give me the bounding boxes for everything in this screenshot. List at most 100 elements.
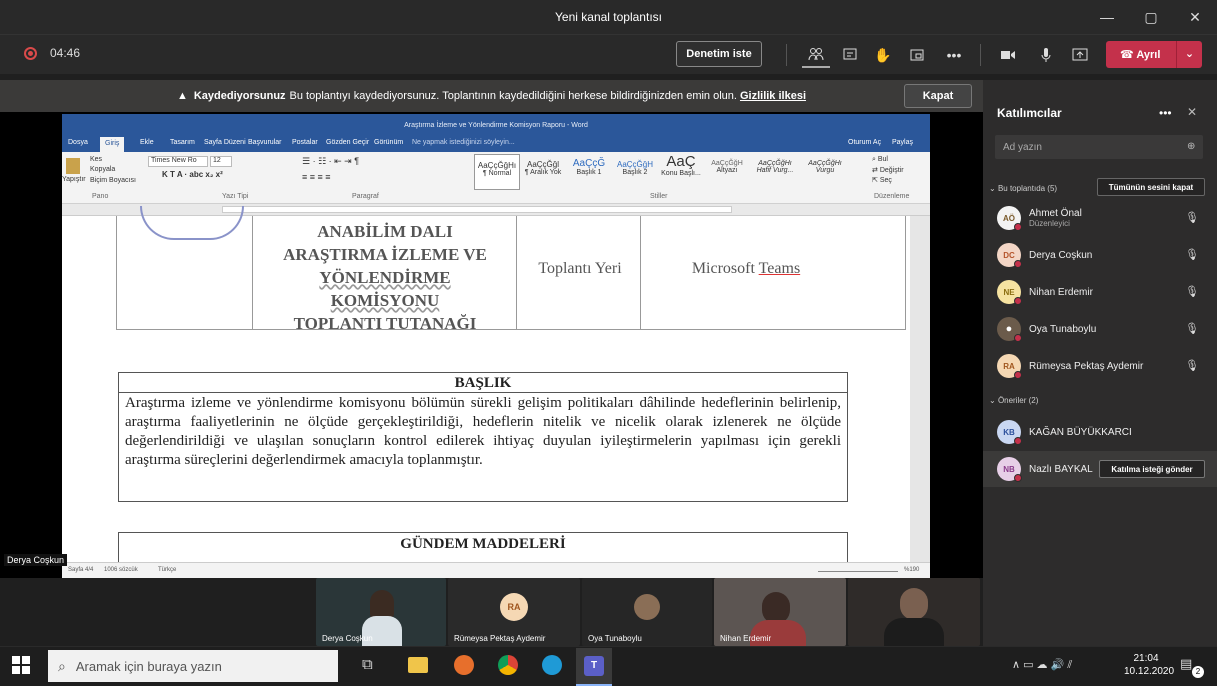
tell-me-box[interactable]: Ne yapmak istediğinizi söyleyin... <box>412 139 515 146</box>
windows-start-icon[interactable] <box>12 656 32 676</box>
participants-icon[interactable] <box>802 42 830 68</box>
language[interactable]: Türkçe <box>158 567 176 573</box>
word-tab[interactable]: Ekle <box>140 139 154 146</box>
participant-row[interactable]: ● Oya Tunaboylu 🎙 <box>983 311 1217 347</box>
rooms-icon[interactable] <box>903 42 931 68</box>
copy-link-icon[interactable]: ⊕ <box>1187 141 1195 152</box>
document-page[interactable]: ANABİLİM DALI ARAŞTIRMA İZLEME VE YÖNLEN… <box>62 206 910 564</box>
style-no-spacing[interactable]: AaÇçĞğl ¶ Aralık Yok <box>520 154 566 190</box>
system-tray-icons[interactable]: ∧ ▭ ☁ 🔊 ⫽ <box>1012 658 1072 672</box>
title-line: KOMİSYONU <box>330 291 440 310</box>
zoom-level[interactable]: %190 <box>904 567 919 573</box>
presenter-label: Derya Coşkun <box>4 554 68 566</box>
font-size-select[interactable]: 12 <box>210 156 232 167</box>
microphone-icon[interactable] <box>1032 42 1060 68</box>
word-tab[interactable]: Sayfa Düzeni <box>204 139 246 146</box>
style-heading1[interactable]: AaÇçĞ Başlık 1 <box>566 154 612 190</box>
clock[interactable]: 21:04 10.12.2020 <box>1124 652 1174 678</box>
task-view-icon[interactable]: ⧉ <box>362 656 373 673</box>
paste-label[interactable]: Yapıştır <box>62 176 86 183</box>
maximize-button[interactable]: ▢ <box>1129 0 1173 34</box>
word-title-bar: Araştırma İzleme ve Yönlendirme Komisyon… <box>62 114 930 136</box>
page-count: Sayfa 4/4 <box>68 567 94 573</box>
style-title[interactable]: AaÇ Konu Başlı... <box>658 154 704 190</box>
copy-button[interactable]: Kopyala <box>90 166 115 173</box>
video-tile[interactable] <box>848 578 980 646</box>
more-options-icon[interactable]: ••• <box>1159 106 1172 120</box>
firefox-icon[interactable] <box>454 655 474 675</box>
avatar: NB <box>997 457 1022 482</box>
participant-row[interactable]: DC Derya Coşkun 🎙 <box>983 237 1217 273</box>
search-participants-input[interactable]: Ad yazın <box>995 135 1203 159</box>
minimize-button[interactable]: — <box>1085 0 1129 34</box>
paste-icon[interactable] <box>66 158 80 174</box>
chat-icon[interactable] <box>836 42 864 68</box>
style-name: Hafif Vurg... <box>756 167 794 174</box>
sign-in-link[interactable]: Oturum Aç <box>848 139 881 146</box>
word-tab[interactable]: Tasarım <box>170 139 195 146</box>
share-screen-icon[interactable] <box>1066 42 1094 68</box>
word-tab-active[interactable]: Giriş <box>100 137 125 152</box>
video-tile[interactable]: Derya Coşkun <box>316 578 446 646</box>
participant-name: Rümeysa Pektaş Aydemir <box>1029 360 1144 372</box>
chrome-icon[interactable] <box>498 655 518 675</box>
mute-all-button[interactable]: Tümünün sesini kapat <box>1097 178 1205 196</box>
file-explorer-icon[interactable] <box>408 657 428 673</box>
replace-button[interactable]: ⇄ Değiştir <box>872 166 904 174</box>
word-tab[interactable]: Gözden Geçir <box>326 139 369 146</box>
select-button[interactable]: ⇱ Seç <box>872 176 892 184</box>
share-button[interactable]: Paylaş <box>892 139 913 146</box>
taskbar-search[interactable]: ⌕ Aramak için buraya yazın <box>48 650 338 682</box>
close-window-button[interactable]: ✕ <box>1173 0 1217 34</box>
participant-name: Derya Coşkun <box>1029 249 1093 261</box>
close-banner-button[interactable]: Kapat <box>904 84 972 108</box>
suggested-row[interactable]: KB KAĞAN BÜYÜKKARCI <box>983 414 1217 450</box>
video-tile[interactable]: RA Rümeysa Pektaş Aydemir <box>448 578 580 646</box>
request-control-button[interactable]: Denetim iste <box>676 41 762 67</box>
participant-name: KAĞAN BÜYÜKKARCI <box>1029 426 1132 438</box>
cut-button[interactable]: Kes <box>90 156 102 163</box>
zoom-slider[interactable] <box>818 571 898 572</box>
chevron-down-icon[interactable]: ⌄ <box>1176 41 1202 68</box>
word-tab[interactable]: Başvurular <box>248 139 281 146</box>
find-button[interactable]: ⌕ Bul <box>872 156 888 164</box>
paragraph-buttons[interactable]: ☰ · ☷ · ⇤ ⇥ ¶ <box>302 156 359 167</box>
in-meeting-header[interactable]: ⌄ Bu toplantıda (5) <box>989 184 1057 193</box>
leave-label[interactable]: ☎ Ayrıl <box>1106 48 1176 61</box>
style-normal[interactable]: AaÇçĞğHı ¶ Normal <box>474 154 520 190</box>
notification-icon[interactable]: ▤ <box>1180 656 1192 672</box>
teams-taskbar-button[interactable]: T <box>576 648 612 686</box>
style-subtle-emphasis[interactable]: AaÇçĞğHı Hafif Vurg... <box>750 154 800 190</box>
style-subtitle[interactable]: AaÇçĞğH Altyazı <box>704 154 750 190</box>
font-format-buttons[interactable]: K T A · abc x₂ x² <box>162 170 223 179</box>
leave-button[interactable]: ☎ Ayrıl ⌄ <box>1106 41 1202 68</box>
suggestions-header[interactable]: ⌄ Öneriler (2) <box>989 396 1038 405</box>
participant-row[interactable]: AÖ Ahmet Önal Düzenleyici 🎙 <box>983 200 1217 236</box>
edge-icon[interactable] <box>542 655 562 675</box>
word-tab[interactable]: Görünüm <box>374 139 403 146</box>
video-tile[interactable]: Oya Tunaboylu <box>582 578 712 646</box>
document-area[interactable]: ANABİLİM DALI ARAŞTIRMA İZLEME VE YÖNLEN… <box>62 206 930 564</box>
participant-name: Oya Tunaboylu <box>1029 323 1097 335</box>
align-buttons[interactable]: ≡ ≡ ≡ ≡ <box>302 172 331 182</box>
vertical-scrollbar[interactable] <box>912 216 930 562</box>
video-tile[interactable]: Nihan Erdemir <box>714 578 846 646</box>
word-tab[interactable]: Postalar <box>292 139 318 146</box>
more-actions-icon[interactable]: ••• <box>940 42 968 68</box>
camera-icon[interactable] <box>994 42 1022 68</box>
microphone-icon: 🎙 <box>1185 323 1199 335</box>
raise-hand-icon[interactable]: ✋ <box>869 42 897 68</box>
avatar: KB <box>997 420 1022 445</box>
suggested-row[interactable]: NB Nazlı BAYKAL Katılma isteği gönder <box>983 451 1217 487</box>
font-name-select[interactable]: Times New Ro <box>148 156 208 167</box>
warning-icon: ▲ <box>176 90 188 102</box>
close-panel-icon[interactable]: ✕ <box>1187 105 1197 119</box>
privacy-link[interactable]: Gizlilik ilkesi <box>740 90 806 102</box>
style-emphasis[interactable]: AaÇçĞğHı Vurgu <box>800 154 850 190</box>
participant-row[interactable]: RA Rümeysa Pektaş Aydemir 🎙 <box>983 348 1217 384</box>
format-painter-button[interactable]: Biçim Boyacısı <box>90 177 136 184</box>
request-join-button[interactable]: Katılma isteği gönder <box>1099 460 1205 478</box>
style-heading2[interactable]: AaÇçĞğH Başlık 2 <box>612 154 658 190</box>
participant-row[interactable]: NE Nihan Erdemir 🎙 <box>983 274 1217 310</box>
word-tab[interactable]: Dosya <box>68 139 88 146</box>
